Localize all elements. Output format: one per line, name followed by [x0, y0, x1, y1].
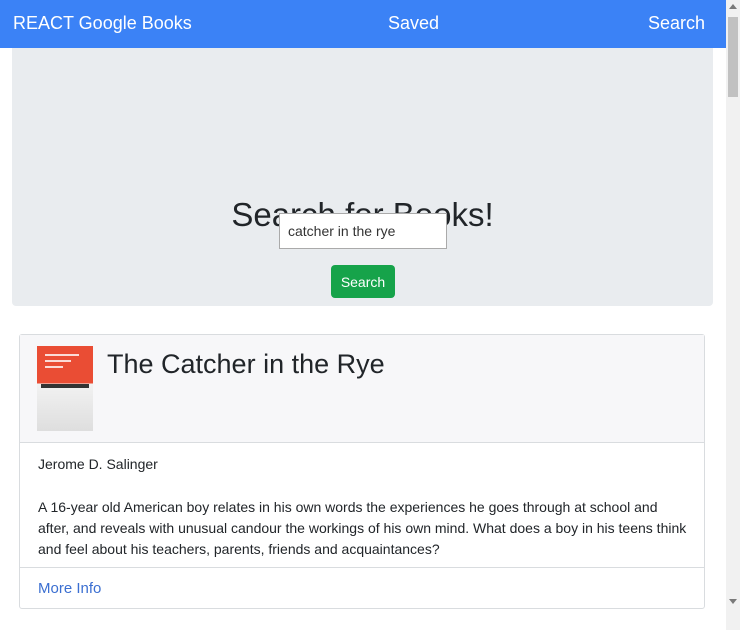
- search-jumbotron: Search for Books! Search: [12, 48, 713, 306]
- book-card: The Catcher in the Rye Jerome D. Salinge…: [19, 334, 705, 609]
- search-button[interactable]: Search: [331, 265, 395, 298]
- page: REACT Google Books Saved Search Search f…: [0, 0, 740, 630]
- search-input[interactable]: [279, 213, 447, 249]
- page-scrollbar[interactable]: [726, 0, 740, 630]
- cover-title-line: [45, 366, 63, 368]
- scrollbar-thumb[interactable]: [728, 17, 738, 97]
- book-card-footer: More Info: [20, 567, 704, 609]
- book-card-header: The Catcher in the Rye: [20, 335, 704, 443]
- book-description: A 16-year old American boy relates in hi…: [38, 499, 687, 557]
- book-cover-image: [37, 346, 93, 431]
- book-title: The Catcher in the Rye: [107, 349, 385, 379]
- top-navbar: REACT Google Books Saved Search: [0, 0, 726, 48]
- cover-title-line: [45, 354, 79, 356]
- book-card-body: Jerome D. Salinger A 16-year old America…: [20, 443, 704, 567]
- nav-search-link[interactable]: Search: [648, 13, 705, 34]
- more-info-link[interactable]: More Info: [38, 580, 101, 597]
- scroll-up-arrow-icon[interactable]: [729, 4, 737, 9]
- scroll-down-arrow-icon[interactable]: [729, 599, 737, 604]
- book-author: Jerome D. Salinger: [38, 456, 158, 472]
- brand-link[interactable]: REACT Google Books: [13, 13, 192, 34]
- nav-saved-link[interactable]: Saved: [388, 13, 439, 34]
- cover-author-band: [41, 384, 89, 388]
- cover-title-line: [45, 360, 71, 362]
